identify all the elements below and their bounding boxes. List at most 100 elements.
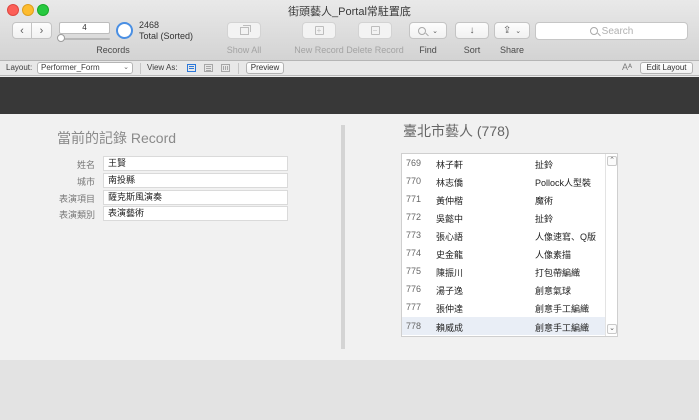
field-row-city: 城市 南投縣	[40, 173, 290, 188]
portal-cell-name: 黃仲楷	[436, 196, 464, 206]
portal-scrollbar[interactable]: ⌃ ⌄	[605, 154, 617, 336]
portal-row[interactable]: 772 吳懿中 扯鈴	[402, 208, 606, 226]
portal-cell-id: 777	[406, 302, 422, 312]
layout-footer	[0, 360, 699, 420]
found-set-pie-icon	[116, 22, 133, 39]
chevron-down-icon: ⌄	[515, 27, 522, 35]
portal-cell-id: 770	[406, 176, 422, 186]
current-record-title: 當前的記錄 Record	[57, 130, 177, 146]
chevron-down-icon: ⌄	[432, 27, 438, 35]
portal-cell-id: 769	[406, 158, 422, 168]
current-record-field[interactable]: 4	[59, 22, 110, 34]
portal-cell-name: 陳振川	[436, 268, 464, 278]
portal-row[interactable]: 769 林子軒 扯鈴	[402, 154, 606, 172]
field-row-category: 表演類別 表演藝術	[40, 206, 290, 221]
view-as-label: View As:	[147, 63, 178, 72]
portal-cell-name: 史金龍	[436, 250, 464, 260]
portal-cell-name: 賴威成	[436, 323, 464, 333]
layout-bar-divider	[238, 63, 239, 74]
vertical-divider	[341, 125, 345, 349]
search-input[interactable]: Search	[535, 22, 688, 40]
sort-button[interactable]: ↓	[455, 22, 489, 39]
layout-bar: Layout: Performer_Form ⌄ View As: Previe…	[0, 61, 699, 76]
portal-cell-id: 776	[406, 284, 422, 294]
portal-row[interactable]: 775 陳振川 打包帶編織	[402, 262, 606, 280]
chevron-down-icon: ⌄	[609, 325, 615, 332]
portal-row[interactable]: 776 湯子逸 創意氣球	[402, 280, 606, 298]
portal-cell-category: 人像速寫、Q版	[535, 232, 597, 242]
list-view-icon[interactable]	[204, 64, 213, 72]
portal-cell-category: 人像素描	[535, 250, 572, 260]
portal-cell-id: 774	[406, 248, 422, 258]
next-record-button[interactable]: ›	[32, 22, 52, 39]
portal-title: 臺北市藝人 (778)	[403, 123, 510, 139]
share-button[interactable]: ⇪ ⌄	[494, 22, 530, 39]
portal-cell-category: 創意手工編織	[535, 323, 590, 333]
portal-cell-name: 林子軒	[436, 160, 464, 170]
show-all-icon	[239, 24, 251, 35]
portal-row[interactable]: 771 黃仲楷 魔術	[402, 190, 606, 208]
record-slider-knob[interactable]	[57, 34, 65, 42]
chevron-left-icon: ‹	[20, 24, 24, 37]
previous-record-button[interactable]: ‹	[12, 22, 32, 39]
portal-cell-id: 771	[406, 194, 422, 204]
portal-cell-id: 778	[406, 321, 422, 331]
record-navigation: ‹ ›	[12, 22, 52, 39]
find-caption: Find	[419, 45, 437, 55]
search-icon	[589, 27, 598, 35]
new-record-caption: New Record	[294, 45, 344, 55]
window-title: 街頭藝人_Portal常駐置底	[288, 6, 411, 18]
portal-cell-name: 林志僑	[436, 178, 464, 188]
edit-layout-button[interactable]: Edit Layout	[640, 62, 693, 74]
new-record-icon: +	[314, 26, 324, 35]
portal-row[interactable]: 774 史金龍 人像素描	[402, 244, 606, 262]
layout-select[interactable]: Performer_Form ⌄	[37, 62, 133, 74]
table-view-icon[interactable]	[221, 64, 230, 72]
portal-cell-name: 張心語	[436, 232, 464, 242]
field-row-performance: 表演項目 薩克斯風演奏	[40, 190, 290, 205]
scroll-down-button[interactable]: ⌄	[607, 324, 617, 334]
show-all-button[interactable]	[227, 22, 261, 39]
portal-cell-id: 775	[406, 266, 422, 276]
record-count: 2468	[139, 20, 160, 30]
search-icon	[418, 26, 427, 35]
scroll-up-button[interactable]: ⌃	[607, 156, 617, 166]
record-status: Total (Sorted)	[139, 31, 194, 41]
performer-portal: 769 林子軒 扯鈴 770 林志僑 Pollock人型裝 771 黃仲楷 魔術…	[401, 153, 618, 337]
chevron-down-icon: ⌄	[123, 64, 129, 71]
record-slider[interactable]	[59, 38, 110, 40]
delete-record-button[interactable]: −	[358, 22, 392, 39]
share-caption: Share	[499, 45, 525, 55]
portal-cell-category: 扯鈴	[535, 160, 554, 170]
field-row-name: 姓名 王賢	[40, 156, 290, 171]
portal-cell-name: 張仲達	[436, 304, 464, 314]
portal-row[interactable]: 777 張仲達 創意手工編織	[402, 298, 606, 316]
layout-label: Layout:	[6, 63, 33, 72]
portal-cell-id: 772	[406, 212, 422, 222]
delete-record-caption: Delete Record	[346, 45, 404, 55]
field-label: 城市	[76, 177, 95, 187]
chevron-up-icon: ⌃	[609, 157, 615, 164]
find-button[interactable]: ⌄	[409, 22, 447, 39]
field-label: 姓名	[76, 160, 95, 170]
records-caption: Records	[96, 45, 130, 55]
portal-cell-id: 773	[406, 230, 422, 240]
category-field[interactable]: 表演藝術	[103, 206, 288, 221]
preview-button[interactable]: Preview	[246, 62, 284, 74]
portal-row-selected[interactable]: 778 賴威成 創意手工編織	[402, 317, 606, 335]
new-record-button[interactable]: +	[302, 22, 336, 39]
name-field[interactable]: 王賢	[103, 156, 288, 171]
text-format-icon[interactable]: Aᴬ	[622, 62, 632, 72]
sort-caption: Sort	[463, 45, 481, 55]
city-field[interactable]: 南投縣	[103, 173, 288, 188]
show-all-caption: Show All	[226, 45, 262, 55]
performance-field[interactable]: 薩克斯風演奏	[103, 190, 288, 205]
portal-row[interactable]: 770 林志僑 Pollock人型裝	[402, 172, 606, 190]
search-placeholder: Search	[601, 25, 634, 37]
portal-cell-name: 湯子逸	[436, 286, 464, 296]
field-label: 表演項目	[58, 194, 95, 204]
portal-row[interactable]: 773 張心語 人像速寫、Q版	[402, 226, 606, 244]
portal-cell-category: Pollock人型裝	[535, 178, 592, 188]
portal-cell-category: 創意手工編織	[535, 304, 590, 314]
form-view-icon[interactable]	[187, 64, 196, 72]
